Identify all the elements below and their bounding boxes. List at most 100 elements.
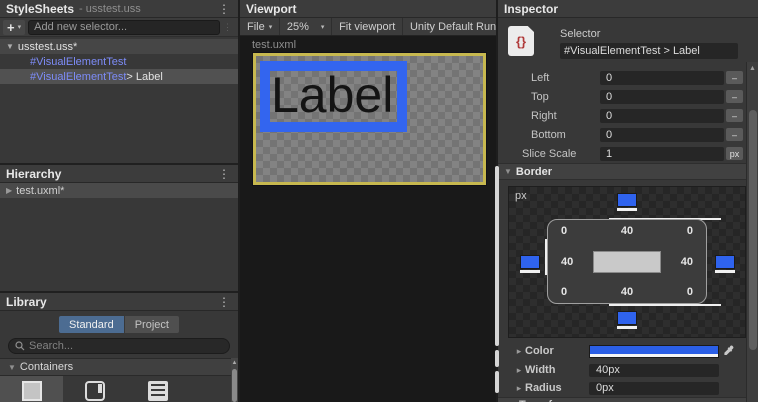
theme-dropdown[interactable]: Unity Default Runtime Th [403, 18, 496, 35]
right-input[interactable]: 0 [600, 108, 724, 123]
scroll-up-icon[interactable]: ▲ [232, 358, 238, 368]
unit-dropdown[interactable]: px [726, 147, 743, 160]
label-element[interactable]: Label [260, 61, 407, 132]
library-item-visual-element[interactable] [0, 376, 63, 402]
transform-section-title: Transform [498, 398, 746, 402]
add-selector-menu-icon[interactable]: ⋮ [220, 22, 235, 33]
label-element-text: Label [271, 67, 394, 123]
top-right-radius-field[interactable]: 0 [687, 225, 693, 237]
border-bottom-width-field[interactable]: 40 [621, 286, 633, 298]
chevron-down-icon: ▾ [17, 24, 22, 31]
tree-item-usstest[interactable]: ▼ usstest.uss* [0, 39, 238, 54]
tab-project[interactable]: Project [124, 316, 179, 333]
bottom-input[interactable]: 0 [600, 127, 724, 142]
border-width-input[interactable]: 40px [589, 363, 719, 377]
library-item-list-view[interactable] [126, 376, 189, 402]
library-item-scroll-view[interactable] [63, 376, 126, 402]
zoom-level-dropdown[interactable]: 25% ▾ [280, 18, 332, 35]
unit-dropdown[interactable]: – [726, 109, 743, 122]
left-column: StyleSheets - usstest.uss ⋮ + ▾ ⋮ ▼ usst… [0, 0, 238, 402]
color-label: Color [525, 345, 554, 357]
selector-name: #VisualElementTest [30, 70, 127, 83]
border-top-width-field[interactable]: 40 [621, 225, 633, 237]
border-bottom-row: 0 40 0 [561, 286, 693, 298]
hierarchy-panel: Hierarchy ⋮ ▶ test.uxml* [0, 165, 238, 291]
caret-right-icon[interactable]: ▸ [513, 365, 525, 376]
tree-item-selector-2[interactable]: #VisualElementTest > Label [0, 69, 238, 84]
top-input[interactable]: 0 [600, 89, 724, 104]
border-color-row: ▸ Color [498, 343, 746, 359]
slice-scale-input[interactable]: 1 [600, 146, 724, 161]
chevron-down-icon: ▾ [268, 23, 273, 31]
canvas-title[interactable]: test.uxml [252, 39, 296, 51]
bottom-left-radius-field[interactable]: 0 [561, 286, 567, 298]
field-row-left: Left 0 – [498, 68, 746, 87]
inspector-scrollbar-thumb[interactable] [749, 110, 757, 350]
library-header: Library ⋮ [0, 293, 238, 311]
border-right-width-field[interactable]: 40 [681, 256, 693, 268]
border-bottom-indicator [609, 304, 721, 306]
border-right-color-swatch[interactable] [715, 255, 735, 274]
color-chip-underline [617, 326, 637, 329]
field-row-top: Top 0 – [498, 87, 746, 106]
tree-item-label: usstest.uss* [17, 40, 78, 53]
library-scrollbar[interactable]: ▲ [231, 358, 238, 402]
selector-value-field[interactable]: #VisualElementTest > Label [560, 43, 738, 59]
scroll-up-icon[interactable]: ▲ [747, 62, 758, 76]
hierarchy-menu-icon[interactable]: ⋮ [216, 168, 232, 180]
file-menu-button[interactable]: File ▾ [240, 18, 279, 35]
border-foldout[interactable]: ▼ Border [498, 163, 746, 180]
file-menu-label: File [247, 20, 265, 33]
bottom-right-radius-field[interactable]: 0 [687, 286, 693, 298]
field-label: Right [531, 109, 557, 122]
library-items [0, 376, 238, 402]
fit-viewport-button[interactable]: Fit viewport [332, 18, 402, 35]
scroll-view-icon [84, 381, 105, 401]
border-left-width-field[interactable]: 40 [561, 256, 573, 268]
stylesheets-menu-icon[interactable]: ⋮ [216, 3, 232, 15]
search-input[interactable] [29, 340, 223, 352]
unit-dropdown[interactable]: – [726, 90, 743, 103]
top-left-radius-field[interactable]: 0 [561, 225, 567, 237]
border-widget: px 0 40 0 40 40 0 40 0 [508, 186, 746, 338]
add-selector-plus-button[interactable]: + ▾ [3, 19, 26, 35]
eyedropper-icon[interactable] [723, 345, 734, 357]
caret-collapsed-icon[interactable]: ▶ [6, 186, 12, 195]
hierarchy-item-testuxml[interactable]: ▶ test.uxml* [0, 183, 238, 198]
caret-right-icon[interactable]: ▸ [513, 383, 525, 394]
containers-foldout[interactable]: ▼ Containers [0, 358, 238, 376]
color-chip [617, 193, 637, 207]
color-chip-underline [617, 208, 637, 211]
containers-label: Containers [19, 361, 74, 373]
library-scrollbar-thumb[interactable] [232, 369, 237, 402]
library-menu-icon[interactable]: ⋮ [216, 296, 232, 308]
border-bottom-color-swatch[interactable] [617, 311, 637, 330]
uss-selector-icon: {} [508, 26, 534, 56]
panel-splitter-handle[interactable] [495, 166, 499, 346]
tree-item-selector-1[interactable]: #VisualElementTest [0, 54, 238, 69]
border-top-color-swatch[interactable] [617, 193, 637, 212]
selector-suffix: > Label [126, 70, 163, 83]
inspector-panel: Inspector {} Selector #VisualElementTest… [498, 0, 758, 402]
transform-foldout[interactable]: Transform [498, 397, 746, 402]
viewport-header: Viewport [240, 0, 496, 18]
viewport-title: Viewport [246, 1, 297, 16]
inspector-scrollbar[interactable]: ▲ [746, 62, 758, 402]
panel-splitter-handle[interactable] [495, 371, 499, 393]
border-color-field[interactable] [589, 344, 719, 358]
color-chip [715, 255, 735, 269]
inspector-title: Inspector [504, 1, 559, 16]
spacing-rows: Left 0 – Top 0 – Right 0 – Bottom 0 – Sl… [498, 68, 746, 163]
add-selector-input[interactable] [28, 19, 220, 35]
left-input[interactable]: 0 [600, 70, 724, 85]
unit-dropdown[interactable]: – [726, 71, 743, 84]
border-width-row: ▸ Width 40px [498, 362, 746, 378]
tab-standard[interactable]: Standard [59, 316, 124, 333]
caret-right-icon[interactable]: ▸ [513, 346, 525, 357]
color-chip-underline [715, 270, 735, 273]
chevron-down-icon: ▾ [320, 23, 325, 31]
border-radius-input[interactable]: 0px [589, 381, 719, 395]
unit-dropdown[interactable]: – [726, 128, 743, 141]
border-left-color-swatch[interactable] [520, 255, 540, 274]
panel-splitter-handle[interactable] [495, 350, 499, 367]
